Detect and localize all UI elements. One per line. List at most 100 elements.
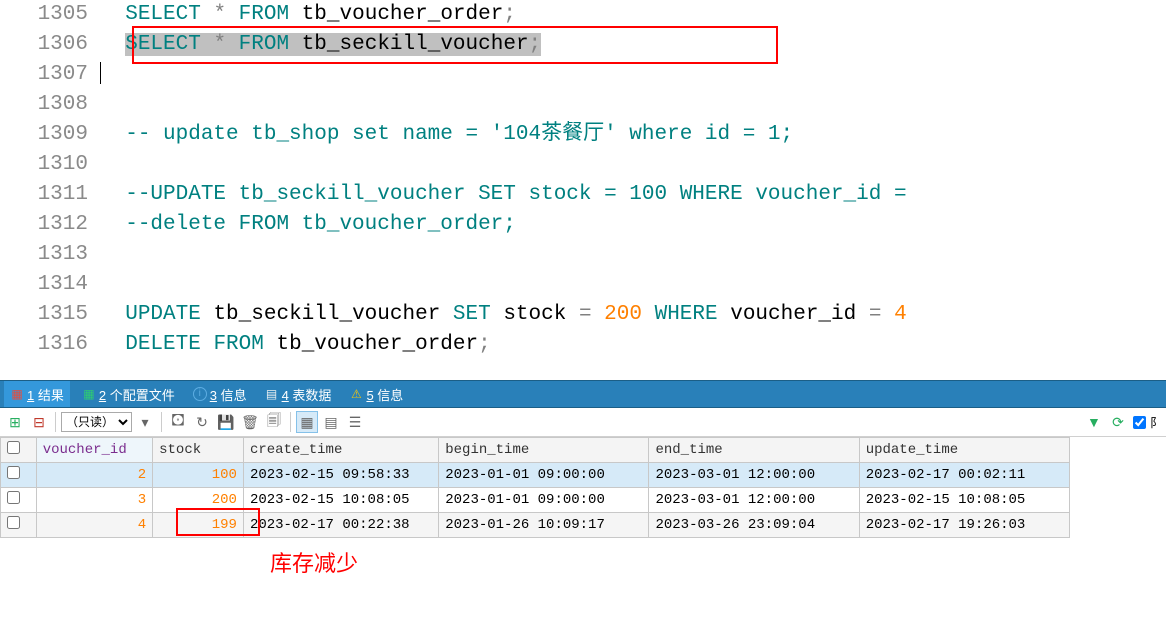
column-header-create_time[interactable]: create_time	[243, 438, 438, 463]
toolbar-separator	[290, 412, 291, 432]
column-header-voucher_id[interactable]: voucher_id	[36, 438, 152, 463]
line-number: 1306	[0, 30, 88, 60]
cell-begin_time[interactable]: 2023-01-01 09:00:00	[439, 488, 649, 513]
result-tab[interactable]: ▦1 结果	[4, 381, 70, 407]
grid-view-button[interactable]: ▦	[296, 411, 318, 433]
row-checkbox[interactable]	[7, 516, 20, 529]
result-tab[interactable]: ▦2 个配置文件	[76, 381, 181, 407]
line-number: 1309	[0, 120, 88, 150]
toolbar-separator	[55, 412, 56, 432]
line-number: 1310	[0, 150, 88, 180]
cell-begin_time[interactable]: 2023-01-01 09:00:00	[439, 463, 649, 488]
code-line[interactable]	[100, 60, 1166, 90]
tab-label: 2 个配置文件	[99, 385, 175, 404]
line-number: 1308	[0, 90, 88, 120]
column-header-begin_time[interactable]: begin_time	[439, 438, 649, 463]
filter-icon[interactable]: ▼	[1083, 411, 1105, 433]
row-marker[interactable]	[1, 463, 37, 488]
line-number: 1312	[0, 210, 88, 240]
toolbar-separator	[161, 412, 162, 432]
code-line[interactable]: --delete FROM tb_voucher_order;	[100, 210, 1166, 240]
result-tab[interactable]: ▤4 表数据	[259, 381, 338, 407]
annotation-stock-reduced: 库存减少	[270, 546, 358, 578]
line-number: 1313	[0, 240, 88, 270]
result-tab[interactable]: ⚠5 信息	[343, 381, 409, 407]
result-tab[interactable]: i3 信息	[187, 381, 253, 407]
cell-end_time[interactable]: 2023-03-01 12:00:00	[649, 488, 859, 513]
code-line[interactable]: -- update tb_shop set name = '104茶餐厅' wh…	[100, 120, 1166, 150]
warning-icon: ⚠	[349, 387, 363, 401]
code-line[interactable]	[100, 150, 1166, 180]
line-number: 1307	[0, 60, 88, 90]
tab-label: 4 表数据	[282, 385, 332, 404]
cell-update_time[interactable]: 2023-02-17 00:02:11	[859, 463, 1069, 488]
delete-row-button[interactable]: ⊟	[28, 411, 50, 433]
cell-stock[interactable]: 200	[153, 488, 244, 513]
column-header-end_time[interactable]: end_time	[649, 438, 859, 463]
table-row[interactable]: 32002023-02-15 10:08:052023-01-01 09:00:…	[1, 488, 1070, 513]
cell-update_time[interactable]: 2023-02-15 10:08:05	[859, 488, 1069, 513]
line-number: 1311	[0, 180, 88, 210]
reload-icon[interactable]: ⟳	[1107, 411, 1129, 433]
result-grid[interactable]: voucher_idstockcreate_timebegin_timeend_…	[0, 437, 1070, 538]
line-number: 1315	[0, 300, 88, 330]
table-icon: ▤	[265, 387, 279, 401]
row-marker-header[interactable]	[1, 438, 37, 463]
cell-voucher_id[interactable]: 2	[36, 463, 152, 488]
line-number: 1314	[0, 270, 88, 300]
copy-button[interactable]: 🗐	[263, 411, 285, 433]
cell-stock[interactable]: 199	[153, 513, 244, 538]
cell-create_time[interactable]: 2023-02-17 00:22:38	[243, 513, 438, 538]
limit-label-fragment: 阝	[1150, 414, 1162, 431]
result-tabs-bar: ▦1 结果▦2 个配置文件i3 信息▤4 表数据⚠5 信息	[0, 380, 1166, 408]
cell-stock[interactable]: 100	[153, 463, 244, 488]
discard-button[interactable]: 🗑	[239, 411, 261, 433]
sql-editor[interactable]: 1305130613071308130913101311131213131314…	[0, 0, 1166, 380]
readonly-select[interactable]: （只读）	[61, 412, 132, 432]
form-view-button[interactable]: ▤	[320, 411, 342, 433]
line-number: 1305	[0, 0, 88, 30]
tab-label: 5 信息	[366, 385, 403, 404]
code-line[interactable]	[100, 240, 1166, 270]
cell-end_time[interactable]: 2023-03-26 23:09:04	[649, 513, 859, 538]
cell-update_time[interactable]: 2023-02-17 19:26:03	[859, 513, 1069, 538]
tab-label: 3 信息	[210, 385, 247, 404]
grid-icon: ▦	[10, 387, 24, 401]
dropdown-button[interactable]: ▾	[134, 411, 156, 433]
code-line[interactable]: SELECT * FROM tb_seckill_voucher;	[100, 30, 1166, 60]
cell-create_time[interactable]: 2023-02-15 10:08:05	[243, 488, 438, 513]
add-row-button[interactable]: ⊞	[4, 411, 26, 433]
result-grid-wrap: voucher_idstockcreate_timebegin_timeend_…	[0, 437, 1070, 538]
refresh-button[interactable]: ↻	[191, 411, 213, 433]
column-header-update_time[interactable]: update_time	[859, 438, 1069, 463]
row-marker[interactable]	[1, 513, 37, 538]
result-toolbar: ⊞ ⊟ （只读） ▾ 🖸 ↻ 💾 🗑 🗐 ▦ ▤ ☰ ▼ ⟳ 阝	[0, 408, 1166, 437]
code-area[interactable]: SELECT * FROM tb_voucher_order; SELECT *…	[100, 0, 1166, 380]
code-line[interactable]	[100, 90, 1166, 120]
column-header-stock[interactable]: stock	[153, 438, 244, 463]
row-checkbox[interactable]	[7, 491, 20, 504]
table-row[interactable]: 21002023-02-15 09:58:332023-01-01 09:00:…	[1, 463, 1070, 488]
row-marker[interactable]	[1, 488, 37, 513]
tab-label: 1 结果	[27, 385, 64, 404]
code-line[interactable]: SELECT * FROM tb_voucher_order;	[100, 0, 1166, 30]
save-button[interactable]: 💾	[215, 411, 237, 433]
limit-rows-checkbox[interactable]	[1133, 416, 1146, 429]
cell-begin_time[interactable]: 2023-01-26 10:09:17	[439, 513, 649, 538]
line-number-gutter: 1305130613071308130913101311131213131314…	[0, 0, 100, 380]
text-view-button[interactable]: ☰	[344, 411, 366, 433]
cell-end_time[interactable]: 2023-03-01 12:00:00	[649, 463, 859, 488]
cell-voucher_id[interactable]: 3	[36, 488, 152, 513]
cell-create_time[interactable]: 2023-02-15 09:58:33	[243, 463, 438, 488]
row-checkbox[interactable]	[7, 466, 20, 479]
info-icon: i	[193, 387, 207, 401]
cell-voucher_id[interactable]: 4	[36, 513, 152, 538]
table-row[interactable]: 41992023-02-17 00:22:382023-01-26 10:09:…	[1, 513, 1070, 538]
code-line[interactable]: UPDATE tb_seckill_voucher SET stock = 20…	[100, 300, 1166, 330]
code-line[interactable]: --UPDATE tb_seckill_voucher SET stock = …	[100, 180, 1166, 210]
code-line[interactable]: DELETE FROM tb_voucher_order;	[100, 330, 1166, 360]
select-all-checkbox[interactable]	[7, 441, 20, 454]
export-button[interactable]: 🖸	[167, 411, 189, 433]
code-line[interactable]	[100, 270, 1166, 300]
line-number: 1316	[0, 330, 88, 360]
